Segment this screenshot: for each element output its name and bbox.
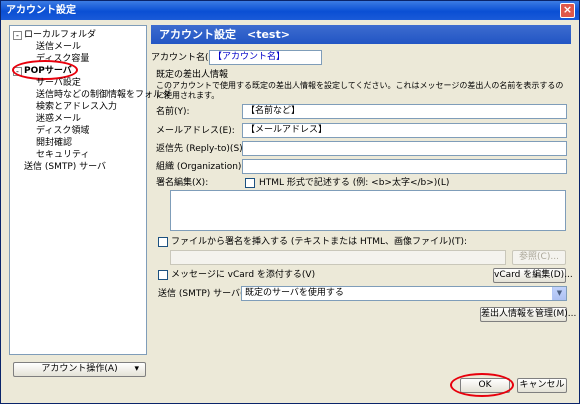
manage-identities-button[interactable]: 差出人情報を管理(M)...	[480, 307, 576, 322]
smtp-server-value: 既定のサーバを使用する	[245, 288, 344, 298]
cancel-button[interactable]: キャンセル	[517, 378, 567, 393]
html-format-label: HTML 形式で記述する (例: <b>太字</b>)(L)	[259, 178, 450, 188]
signature-label: 署名編集(X):	[156, 178, 209, 188]
html-format-checkbox[interactable]	[245, 178, 255, 188]
email-input[interactable]: 【メールアドレス】	[242, 123, 567, 138]
organization-input[interactable]	[242, 159, 567, 174]
tree-item-local-folders[interactable]: ローカルフォルダ	[24, 29, 96, 41]
dropdown-arrow-icon: ▾	[134, 364, 139, 374]
dropdown-arrow-icon[interactable]: ▼	[552, 287, 566, 300]
attach-signature-file-checkbox[interactable]	[158, 237, 168, 247]
tree-item-copies-folders[interactable]: 送信時などの制御情報をフォルダ	[36, 89, 171, 101]
edit-vcard-button[interactable]: vCard を編集(D)...	[493, 268, 573, 283]
tree-item-return-receipts[interactable]: 開封確認	[36, 137, 72, 149]
tree-item-security[interactable]: セキュリティ	[36, 149, 89, 161]
browse-button[interactable]: 参照(C)...	[512, 250, 566, 265]
expander-icon[interactable]: -	[13, 31, 22, 40]
tree-item-sent-mail[interactable]: 送信メール	[36, 41, 81, 53]
account-tree: - ローカルフォルダ 送信メール ディスク容量 - POPサーバ サーバ設定 送…	[9, 25, 171, 355]
account-name-input[interactable]: 【アカウント名】	[209, 50, 322, 65]
identity-section-title: 既定の差出人情報	[156, 70, 229, 80]
window-title: アカウント設定	[6, 5, 76, 16]
attach-vcard-label: メッセージに vCard を添付する(V)	[171, 270, 316, 280]
tree-item-junk-mail[interactable]: 迷惑メール	[36, 113, 81, 125]
account-actions-button[interactable]: アカウント操作(A) ▾	[13, 362, 146, 377]
signature-file-input[interactable]	[170, 250, 506, 265]
account-actions-label: アカウント操作(A)	[41, 364, 118, 374]
title-bar: アカウント設定 ×	[1, 1, 579, 20]
reply-to-label: 返信先 (Reply-to)(S):	[156, 144, 246, 154]
email-label: メールアドレス(E):	[156, 126, 235, 136]
tree-item-server-settings[interactable]: サーバ設定	[36, 77, 81, 89]
tree-item-disk-area[interactable]: ディスク領域	[36, 125, 89, 137]
smtp-server-select[interactable]: 既定のサーバを使用する ▼	[241, 286, 567, 301]
tree-item-composition-addressing[interactable]: 検索とアドレス入力	[36, 101, 117, 113]
reply-to-input[interactable]	[242, 141, 567, 156]
attach-vcard-checkbox[interactable]	[158, 270, 168, 280]
panel-header: アカウント設定 <test>	[151, 25, 571, 44]
tree-item-smtp-server[interactable]: 送信 (SMTP) サーバ	[24, 161, 106, 173]
account-settings-window: アカウント設定 × - ローカルフォルダ 送信メール ディスク容量 - POPサ…	[0, 0, 580, 404]
name-label: 名前(Y):	[156, 107, 190, 117]
close-button[interactable]: ×	[560, 3, 575, 18]
signature-textarea[interactable]	[170, 190, 566, 231]
attach-signature-file-label: ファイルから署名を挿入する (テキストまたは HTML、画像ファイル)(T):	[171, 237, 468, 247]
name-input[interactable]: 【名前など】	[242, 104, 567, 119]
identity-description: このアカウントで使用する既定の差出人情報を設定してください。これはメッセージの差…	[156, 81, 564, 100]
highlight-circle	[450, 373, 514, 397]
